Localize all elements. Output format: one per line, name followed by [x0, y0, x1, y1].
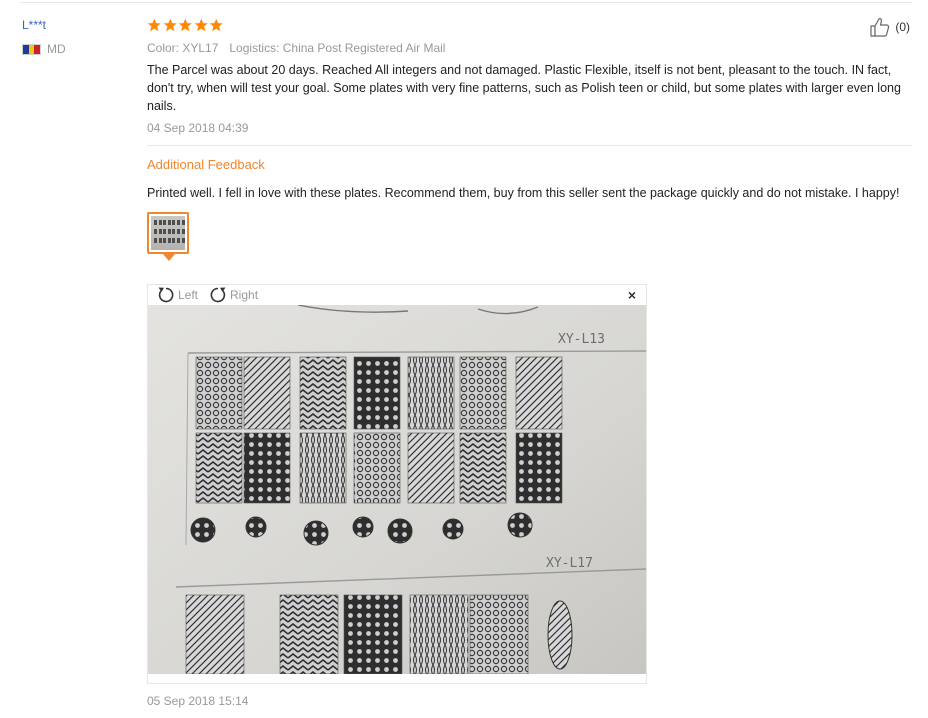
thumb-pattern-cell	[167, 220, 171, 225]
thumb-pattern-cell	[181, 220, 185, 225]
plate-label: XY-L13	[558, 332, 605, 347]
thumb-pattern-cell	[172, 220, 176, 225]
plate-pattern-tile	[515, 432, 563, 504]
plate-pattern-tile	[299, 356, 347, 430]
rotate-left-icon[interactable]	[156, 285, 176, 305]
rotate-right-icon[interactable]	[208, 285, 228, 305]
reviewer-country: MD	[22, 42, 132, 56]
star-icon	[178, 18, 192, 31]
thumb-pattern-cell	[181, 229, 185, 234]
plate-pattern-tile	[353, 356, 401, 430]
plate-pattern-tile	[459, 432, 507, 504]
plate-pattern-tile	[343, 594, 403, 674]
plate-pattern-tile	[407, 432, 455, 504]
review-photo: XY-L13 XY-L17	[148, 305, 646, 674]
plate-pattern-tile	[195, 432, 243, 504]
star-icon	[209, 18, 223, 31]
plate-pattern-tile	[469, 594, 529, 674]
helpful-count: (0)	[895, 20, 910, 34]
star-rating	[147, 16, 912, 34]
rotate-right-label: Right	[230, 288, 259, 302]
viewer-toolbar: Left Right ×	[148, 285, 646, 305]
thumbs-up-icon[interactable]	[868, 16, 892, 38]
order-logistics: Logistics: China Post Registered Air Mai…	[229, 41, 446, 55]
rotate-left-button[interactable]: Left	[156, 285, 198, 305]
thumb-pattern-cell	[158, 229, 162, 234]
thumb-pattern-cell	[177, 229, 180, 234]
reviewer-name[interactable]: L***t	[22, 16, 132, 34]
review-content: (0) Color: XYL17 Logistics: China Post Re…	[147, 16, 912, 261]
star-icon	[194, 18, 208, 31]
order-info: Color: XYL17 Logistics: China Post Regist…	[147, 40, 912, 56]
additional-feedback-title: Additional Feedback	[147, 157, 265, 172]
close-icon[interactable]: ×	[628, 287, 636, 303]
plate-pattern-tile	[459, 356, 507, 430]
thumb-pattern-cell	[158, 238, 162, 243]
order-color: Color: XYL17	[147, 41, 219, 55]
plate-pattern-tile	[407, 356, 455, 430]
review-date: 04 Sep 2018 04:39	[147, 121, 249, 135]
plate-motif	[190, 517, 216, 543]
thumb-pattern-cell	[167, 229, 171, 234]
rotate-right-button[interactable]: Right	[208, 285, 258, 305]
plate-motif	[547, 600, 573, 670]
thumb-pattern-cell	[158, 220, 162, 225]
thumb-pattern-cell	[177, 220, 180, 225]
thumb-pattern-cell	[177, 238, 180, 243]
plate-motif	[352, 516, 374, 538]
image-viewer: Left Right × XY-L13 XY-L17	[147, 284, 647, 684]
plate-pattern-tile	[515, 356, 563, 430]
thumb-pattern-cell	[154, 238, 157, 243]
plate-pattern-tile	[279, 594, 339, 674]
plate-pattern-tile	[409, 594, 469, 674]
thumb-pattern-cell	[154, 220, 157, 225]
thumb-pattern-cell	[163, 229, 167, 234]
review-text: The Parcel was about 20 days. Reached Al…	[147, 63, 901, 113]
thumb-pattern-cell	[167, 238, 171, 243]
thumb-pattern-cell	[172, 238, 176, 243]
photo-thumbnail[interactable]	[147, 212, 189, 261]
plate-motif	[303, 520, 329, 546]
additional-feedback-text: Printed well. I fell in love with these …	[147, 186, 900, 200]
country-code: MD	[47, 42, 66, 56]
rotate-left-label: Left	[178, 288, 199, 302]
plate-pattern-tile	[353, 432, 401, 504]
star-icon	[163, 18, 177, 31]
feedback-divider	[147, 145, 912, 146]
thumb-pattern-cell	[172, 229, 176, 234]
star-icon	[147, 18, 161, 31]
plate-motif	[387, 518, 413, 544]
plate-pattern-tile	[299, 432, 347, 504]
flag-icon	[22, 43, 41, 55]
additional-feedback-date: 05 Sep 2018 15:14	[147, 694, 249, 708]
plate-motif	[245, 516, 267, 538]
plate-pattern-tile	[185, 594, 245, 674]
plate-pattern-tile	[243, 356, 291, 430]
helpful-button[interactable]: (0)	[868, 16, 910, 38]
plate-label: XY-L17	[546, 556, 593, 571]
plate-motif	[442, 518, 464, 540]
plate-motif	[507, 512, 533, 538]
plate-pattern-tile	[195, 356, 243, 430]
plate-pattern-tile	[243, 432, 291, 504]
reviewer-info: L***t MD	[22, 16, 132, 56]
top-divider	[20, 2, 912, 3]
thumb-pattern-cell	[163, 220, 167, 225]
thumb-pattern-cell	[154, 229, 157, 234]
thumb-pattern-cell	[163, 238, 167, 243]
thumb-pattern-cell	[181, 238, 185, 243]
